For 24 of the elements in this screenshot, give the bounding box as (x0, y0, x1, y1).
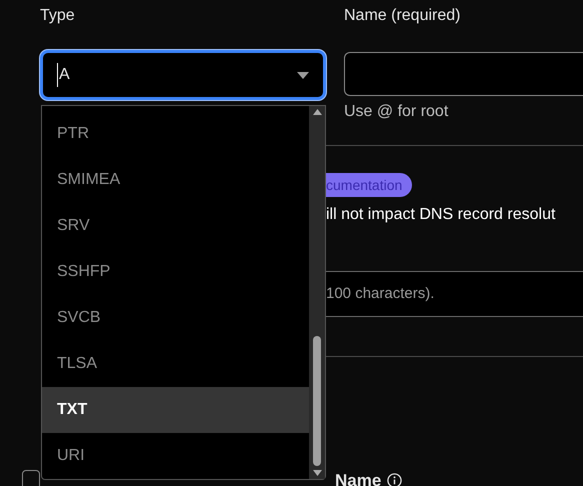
dropdown-option[interactable]: PTR (42, 111, 309, 157)
scroll-up-icon[interactable] (312, 109, 322, 115)
type-select[interactable]: A (40, 50, 326, 100)
caret-icon (297, 72, 309, 78)
dropdown-option[interactable]: SVCB (42, 295, 309, 341)
placeholder-text: 100 characters). (326, 284, 434, 304)
field-label: Type (40, 6, 75, 26)
info-icon (387, 473, 402, 486)
hint-text: Use @ for root (344, 102, 448, 122)
name-input[interactable] (344, 52, 583, 96)
dropdown-option[interactable]: URI (42, 433, 309, 479)
dropdown-option[interactable]: SSHFP (42, 249, 309, 295)
column-header[interactable]: Name (335, 468, 382, 486)
scrollbar-thumb[interactable] (313, 336, 321, 466)
dropdown-option[interactable]: TLSA (42, 341, 309, 387)
select-value: A (57, 63, 70, 87)
dropdown-option[interactable]: SMIMEA (42, 157, 309, 203)
dropdown-option[interactable]: SRV (42, 203, 309, 249)
note-text: ill not impact DNS record resolut (326, 205, 556, 225)
comment-input[interactable]: 100 characters). (326, 271, 583, 317)
scrollbar[interactable] (309, 106, 325, 479)
dropdown-option[interactable]: TXT (42, 387, 309, 433)
field-label: Name (required) (344, 6, 460, 26)
scroll-down-icon[interactable] (312, 470, 322, 476)
